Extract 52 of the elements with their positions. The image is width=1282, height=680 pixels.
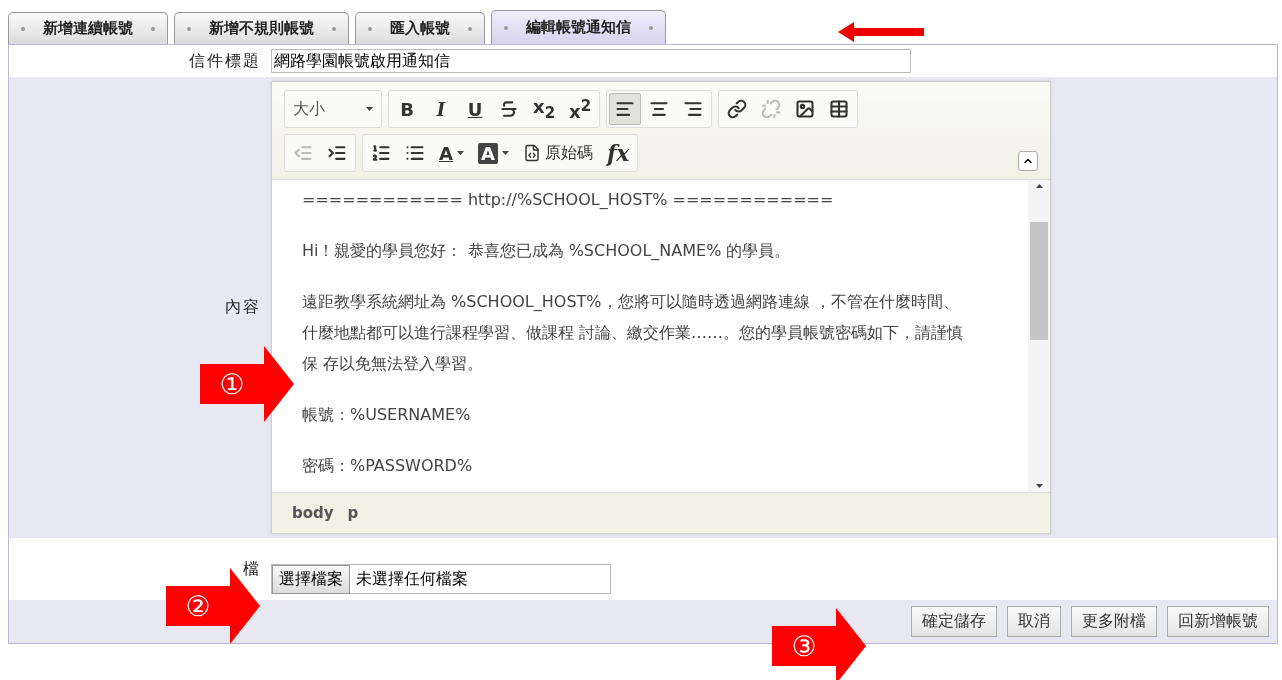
action-button[interactable]: 回新增帳號	[1167, 606, 1269, 637]
align-center-icon	[649, 99, 670, 119]
italic-button[interactable]: I	[425, 93, 457, 125]
tab[interactable]: 匯入帳號	[355, 12, 485, 44]
scrollbar[interactable]	[1028, 180, 1050, 492]
paragraph: 帳號：%USERNAME%	[302, 404, 472, 426]
caret-up-icon	[1035, 184, 1043, 188]
field-label: 內容	[225, 297, 261, 318]
sub-button[interactable]: x$_{2}$	[527, 93, 562, 125]
action-button[interactable]: 確定儲存	[911, 606, 997, 637]
underline-button[interactable]: U	[459, 93, 491, 125]
element-path-item[interactable]: body	[292, 504, 334, 522]
bullet-list-icon	[405, 143, 425, 163]
arrow-icon	[838, 22, 924, 42]
strike-icon	[499, 99, 519, 119]
caret-down-icon	[456, 151, 464, 155]
size-dropdown[interactable]: 大小	[287, 93, 379, 125]
collapse-button[interactable]	[1018, 151, 1038, 171]
tab[interactable]: 編輯帳號通知信	[491, 10, 666, 44]
file-input[interactable]: 選擇檔案 未選擇任何檔案	[271, 564, 611, 594]
text-color-button[interactable]: A	[433, 137, 470, 169]
paragraph: Hi！親愛的學員您好： 恭喜您已成為 %SCHOOL_NAME% 的學員。	[302, 240, 792, 262]
sup-button[interactable]: x$^{2}$	[563, 93, 598, 125]
field-label: 信件標題	[189, 50, 261, 72]
caret-down-icon	[501, 151, 509, 155]
numbered-list-icon	[371, 143, 391, 163]
remove-format-button[interactable]: fx	[600, 137, 636, 169]
outdent-icon	[293, 143, 313, 163]
element-path-item[interactable]: p	[347, 504, 359, 522]
tab[interactable]: 新增不規則帳號	[174, 12, 349, 44]
paragraph: ============ http://%SCHOOL_HOST% ============	[302, 189, 835, 211]
subject-field[interactable]: 網路學園帳號啟用通知信	[271, 49, 911, 73]
paragraph: 遠距教學系統網址為 %SCHOOL_HOST%，您將可以隨時透過網路連線 ，不管在什麼時間、什麼地點都可以進行課程學習、做課程 討論、繳交作業……。您的學員帳號密碼如下，請謹慎保 存以免無法登入學習。	[302, 291, 965, 375]
image-icon	[795, 99, 816, 119]
unlink-icon	[761, 99, 782, 119]
tab[interactable]: 新增連續帳號	[8, 12, 168, 44]
table-icon	[829, 99, 850, 119]
code-file-icon	[522, 144, 541, 162]
link-icon	[727, 99, 748, 119]
action-button[interactable]: 取消	[1007, 606, 1061, 637]
paragraph: 密碼：%PASSWORD%	[302, 455, 474, 477]
bold-button[interactable]: B	[391, 93, 423, 125]
align-right-icon	[683, 99, 704, 119]
field-label: 檔	[243, 558, 261, 580]
background-color-button[interactable]: A	[471, 137, 515, 169]
source-button[interactable]: 原始碼	[516, 137, 599, 169]
caret-down-icon	[366, 107, 373, 111]
align-left-icon	[615, 99, 636, 119]
caret-down-icon	[1035, 484, 1043, 488]
action-button[interactable]: 更多附檔	[1071, 606, 1157, 637]
indent-icon	[327, 143, 347, 163]
align-left-button[interactable]	[609, 93, 642, 125]
